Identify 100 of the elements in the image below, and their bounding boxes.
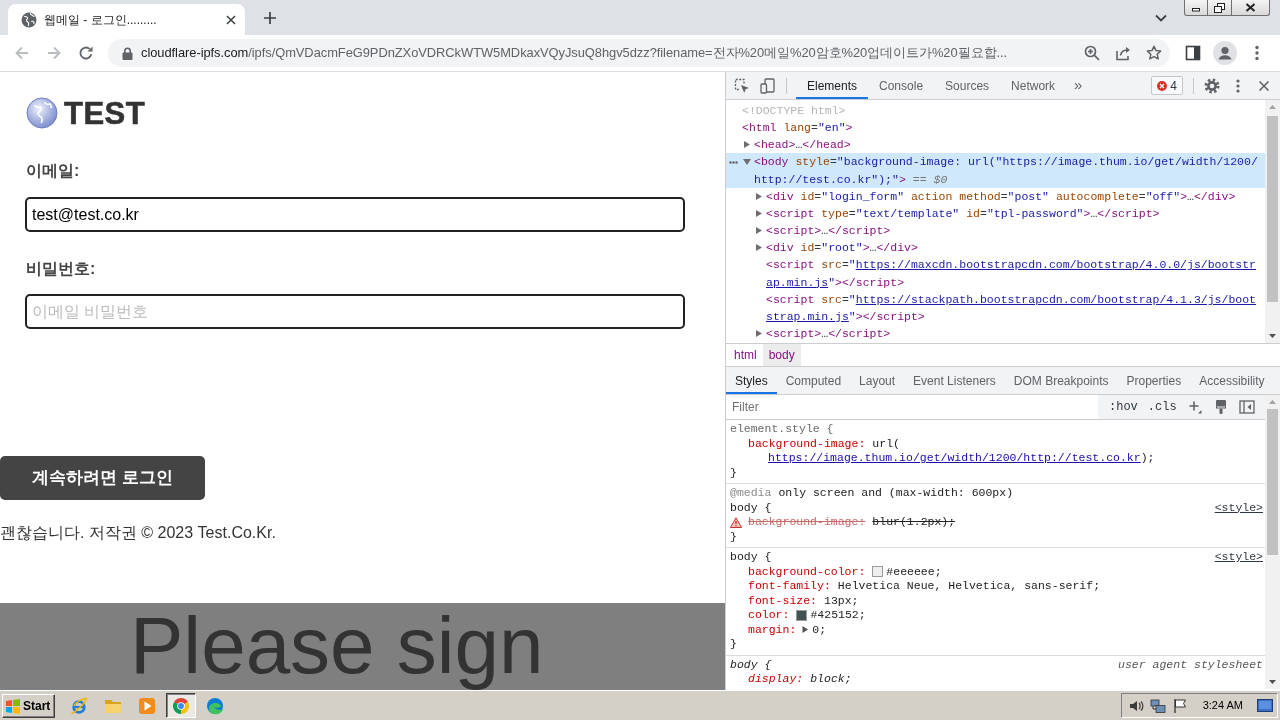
devices-icon — [760, 77, 776, 94]
network-icon[interactable] — [1150, 697, 1166, 714]
triangle-right-icon[interactable] — [755, 227, 762, 235]
styles-pane-tab[interactable]: Event Listeners — [904, 367, 1005, 394]
breadcrumb[interactable]: html — [728, 344, 763, 366]
dom-tree-node[interactable]: <script type="text/template" id="tpl-password">…</script> — [726, 204, 1265, 223]
triangle-down-icon[interactable] — [743, 158, 751, 166]
field-label: 비밀번호: — [26, 259, 96, 279]
close-icon — [1245, 3, 1256, 12]
restore-button[interactable] — [1208, 0, 1232, 16]
devtools-tab[interactable]: Sources — [934, 72, 1001, 99]
code-link[interactable]: https://image.thum.io/get/width/1200/http://test.co.kr — [768, 451, 1141, 464]
side-panel-icon — [1185, 45, 1201, 61]
triangle-right-icon[interactable] — [755, 330, 762, 338]
scrollbar[interactable] — [1265, 100, 1280, 343]
more-tabs-button[interactable]: » — [1066, 74, 1091, 97]
triangle-right-icon[interactable] — [755, 209, 762, 217]
share-icon — [1115, 45, 1131, 61]
css-declaration[interactable]: display: block; — [730, 672, 1265, 687]
play-tile-icon — [138, 696, 156, 715]
devtools-tab[interactable]: Elements — [796, 72, 869, 99]
paint-brush-icon — [1213, 399, 1228, 415]
devtools-tab[interactable]: Network — [1000, 72, 1067, 99]
dom-tree-node[interactable]: <div id="root">…</div> — [726, 239, 1265, 257]
stylesheet-source-link[interactable]: <style> — [1214, 500, 1263, 515]
address-bar[interactable]: cloudflare-ipfs.com/ipfs/QmVDacmFeG9PDnZXoVDRCkWTW5MDkaxVQyJsuQ8hgv5dzz?filename=전자%20메일%20암호%20업데이트가%20필요합... — [108, 39, 1170, 67]
error-icon — [1157, 80, 1168, 91]
dom-tree-node[interactable]: <script src="https://stackpath.bootstrapcdn.com/bootstrap/4.1.3/js/boot strap.min.js"></script> — [726, 290, 1265, 326]
styles-pane-tab[interactable]: Properties — [1117, 367, 1191, 394]
breadcrumb[interactable]: body — [762, 344, 801, 366]
show-desktop-icon[interactable] — [1257, 698, 1273, 713]
color-swatch-icon[interactable] — [872, 566, 884, 578]
devtools-tab[interactable]: Console — [868, 72, 935, 99]
code-link[interactable]: ap.min.js — [766, 275, 829, 289]
minimize-button[interactable] — [1184, 0, 1208, 16]
dom-tree-node[interactable]: <script>…</script> — [726, 222, 1265, 240]
input-field[interactable]: test@test.co.kr — [25, 197, 685, 232]
triangle-right-icon[interactable] — [743, 141, 750, 149]
triangle-right-icon[interactable] — [755, 192, 762, 200]
stylesheet-source-link[interactable]: <style> — [1214, 550, 1263, 565]
code-link[interactable]: strap.min.js — [766, 309, 849, 323]
forward-arrow-icon — [46, 45, 62, 61]
closing-brace: } — [730, 637, 737, 652]
dom-tree-node[interactable]: <script src="https://maxcdn.bootstrapcdn.com/bootstrap/4.0.0/js/bootstr ap.min.js"></script> — [726, 256, 1265, 291]
dom-tree-node[interactable]: <div id="login_form" action method="post" autocomplete="off">…</div> — [726, 187, 1265, 205]
styles-pane-tab[interactable]: Layout — [850, 367, 905, 394]
triangle-right-icon[interactable] — [802, 626, 809, 634]
style-toggle-button[interactable]: .cls — [1142, 398, 1182, 416]
plus-icon — [1187, 400, 1202, 414]
media-query: @media only screen and (max-width: 600px) — [730, 486, 1015, 501]
dom-tree-node[interactable]: <head>…</head> — [726, 136, 1265, 154]
warning-triangle-icon — [730, 516, 742, 528]
scrollbar[interactable] — [1265, 395, 1280, 689]
styles-pane-tab[interactable]: Accessibility — [1190, 367, 1274, 394]
css-declaration[interactable]: background-color: #eeeeee; — [730, 564, 1265, 579]
avatar-icon — [1213, 41, 1237, 65]
window-close-button[interactable] — [1232, 0, 1270, 16]
style-toggle-button[interactable]: :hov — [1104, 398, 1143, 416]
css-selector: body { — [730, 550, 772, 565]
start-button[interactable]: Start — [2, 693, 55, 718]
browser-tab[interactable]: 웹메일 - 로그인......... — [8, 4, 245, 35]
globe-logo-icon — [26, 97, 58, 129]
error-count: 4 — [1170, 77, 1177, 95]
styles-pane-tab[interactable]: Computed — [776, 367, 851, 394]
css-declaration[interactable]: font-family: Helvetica Neue, Helvetica, sans-serif; — [730, 579, 1265, 594]
closing-brace: } — [730, 529, 737, 544]
swirl-icon — [206, 696, 224, 715]
color-swatch-icon[interactable] — [796, 609, 808, 621]
login-button[interactable]: 계속하려면 로그인 — [0, 456, 205, 500]
sidebar-toggle-icon — [1238, 400, 1255, 414]
url-text: cloudflare-ipfs.com/ipfs/QmVDacmFeG9PDnZXoVDRCkWTW5MDkaxVQyJsuQ8hgv5dzz?filename=전자%20메일%20암호%20업데이트가%20필요합... — [141, 44, 1009, 62]
taskbar-app-button[interactable] — [166, 693, 196, 718]
screenshot-heading: Please sign — [130, 603, 544, 689]
zoom-in-icon — [1084, 45, 1100, 61]
profile-button[interactable] — [1211, 39, 1239, 67]
css-declaration[interactable]: background-image: url( https://image.thum.io/get/width/1200/http://test.co.kr); — [730, 436, 1265, 466]
css-declaration[interactable]: color: #425152; — [730, 608, 1265, 623]
flag-icon[interactable] — [1172, 697, 1188, 714]
input-field[interactable]: 이메일 비밀번호 — [25, 294, 685, 329]
css-declaration[interactable]: font-size: 13px; — [730, 593, 1265, 608]
css-declaration[interactable]: background-image: blur(1.2px); — [730, 515, 1265, 530]
errors-button[interactable]: 4 — [1151, 76, 1183, 95]
styles-pane-tab[interactable]: DOM Breakpoints — [1004, 367, 1118, 394]
settings-icon — [1204, 77, 1220, 94]
code-link[interactable]: https://maxcdn.bootstrapcdn.com/bootstrap/4.0.0/js/bootstr — [855, 258, 1256, 272]
css-declaration[interactable]: margin: 0; — [730, 622, 1265, 637]
closing-brace: } — [730, 465, 737, 480]
dom-tree-node[interactable]: <script>…</script> — [726, 325, 1265, 343]
code-link[interactable]: https://stackpath.bootstrapcdn.com/bootstrap/4.1.3/js/boot — [855, 292, 1256, 306]
chevron-down-icon — [1155, 13, 1167, 22]
dom-tree-node[interactable]: <html lang="en"> — [726, 119, 1265, 137]
close-icon — [226, 14, 236, 25]
css-selector: body { — [730, 657, 772, 672]
kebab-menu-icon — [1236, 78, 1240, 93]
clock-text: 3:24 AM — [1202, 698, 1243, 714]
dom-tree-node[interactable]: <body style="background-image: url("https://image.thum.io/get/width/1200/ http://test.co.kr");"> == $0 — [726, 153, 1265, 188]
logo-text: TEST — [64, 97, 146, 129]
css-selector: body { — [730, 500, 772, 515]
windows-flag-icon — [5, 697, 21, 714]
triangle-right-icon[interactable] — [755, 244, 762, 252]
